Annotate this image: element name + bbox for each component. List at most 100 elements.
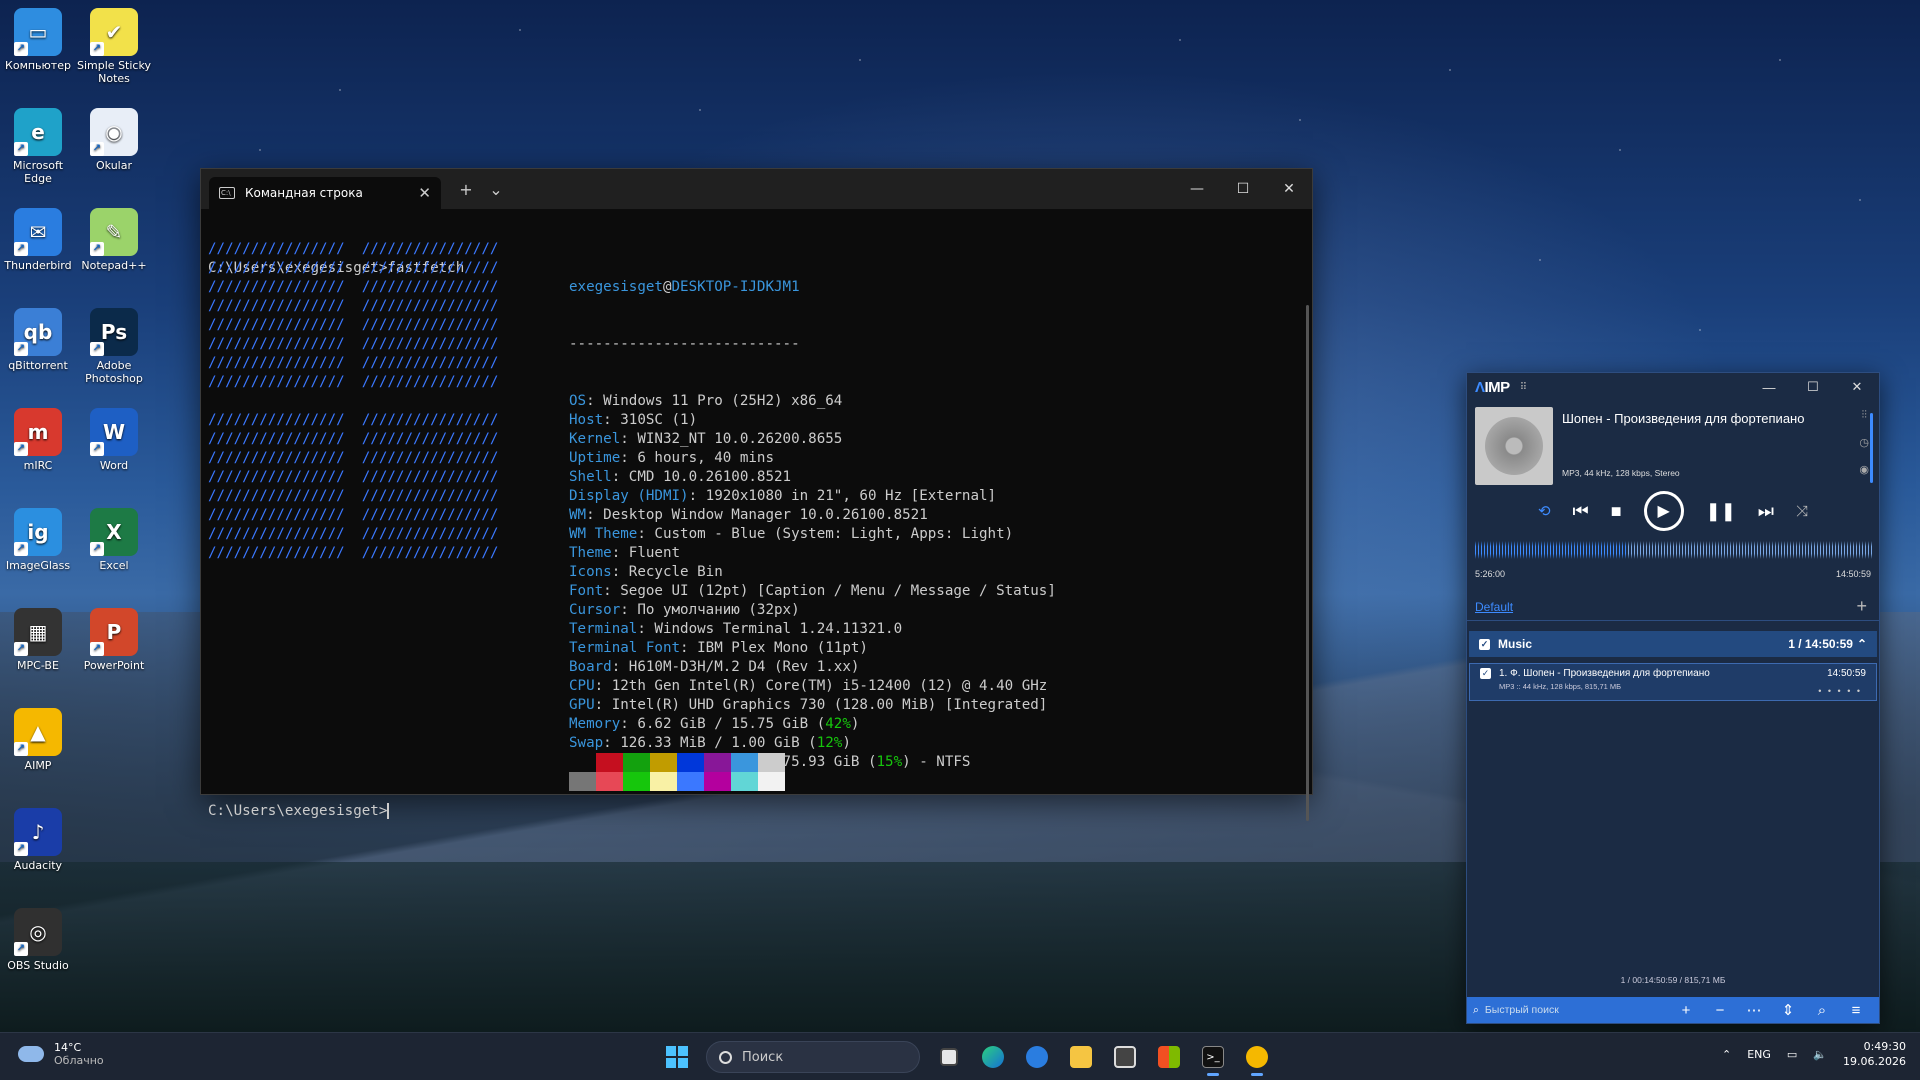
close-button[interactable]: ✕: [1266, 169, 1312, 209]
app-icon: W ↗: [90, 408, 138, 456]
info-line: Theme: Fluent: [569, 545, 681, 561]
grip-icon[interactable]: ⠿: [1520, 382, 1527, 393]
remove-icon[interactable]: −: [1703, 1002, 1737, 1019]
taskbar-thunderbird[interactable]: [1018, 1037, 1056, 1077]
task-view-button[interactable]: [930, 1037, 968, 1077]
language-indicator[interactable]: ENG: [1747, 1048, 1771, 1061]
tab-close-icon[interactable]: ✕: [418, 184, 431, 202]
terminal-window[interactable]: C:\ Командная строка ✕ + ⌄ — ☐ ✕ C:\User…: [200, 168, 1313, 821]
volume-slider[interactable]: [1870, 413, 1873, 483]
logo-row: //////////////// ////////////////: [208, 317, 499, 333]
tab-default[interactable]: Default: [1475, 600, 1513, 614]
add-playlist-button[interactable]: +: [1856, 596, 1867, 617]
playlist-item[interactable]: ✓ 1. Ф. Шопен - Произведения для фортепи…: [1469, 663, 1877, 701]
desktop-icon-simple-sticky-notes[interactable]: ✔ ↗ Simple Sticky Notes: [76, 8, 152, 85]
app-icon: e ↗: [14, 108, 62, 156]
checkbox-icon[interactable]: ✓: [1479, 638, 1490, 650]
menu-icon[interactable]: ≡: [1839, 1002, 1873, 1019]
info-line: CPU: 12th Gen Intel(R) Core(TM) i5-12400…: [569, 678, 1048, 694]
desktop-icon-powerpoint[interactable]: P ↗ PowerPoint: [76, 608, 152, 672]
shortcut-arrow-icon: ↗: [14, 242, 28, 256]
more-icon[interactable]: ⋯: [1737, 1001, 1771, 1019]
info-line: Host: 310SC (1): [569, 412, 698, 428]
taskbar-search[interactable]: Поиск: [706, 1041, 920, 1073]
app-icon: ▲ ↗: [14, 708, 62, 756]
desktop-icon-obs-studio[interactable]: ◎ ↗ OBS Studio: [0, 908, 76, 972]
aimp-player[interactable]: ΛIMP ⠿ — ☐ ✕ Шопен - Произведения для фо…: [1466, 372, 1880, 1024]
volume-icon[interactable]: 🔈: [1813, 1048, 1827, 1061]
equalizer-icon[interactable]: ⫶⫶: [1861, 409, 1867, 422]
desktop-icon-microsoft-edge[interactable]: e ↗ Microsoft Edge: [0, 108, 76, 185]
quick-search-input[interactable]: Быстрый поиск: [1485, 1004, 1669, 1016]
repeat-icon[interactable]: ⟲: [1538, 502, 1551, 520]
tab-command-prompt[interactable]: C:\ Командная строка ✕: [209, 177, 441, 209]
album-cover: [1475, 407, 1553, 485]
logo-row: //////////////// ////////////////: [208, 355, 499, 371]
broadcast-icon[interactable]: ◉: [1859, 463, 1869, 476]
desktop-icon-okular[interactable]: ◉ ↗ Okular: [76, 108, 152, 172]
desktop-icon-audacity[interactable]: ♪ ↗ Audacity: [0, 808, 76, 872]
add-icon[interactable]: +: [1669, 1002, 1703, 1019]
cmd-icon: C:\: [219, 187, 235, 199]
scrollbar[interactable]: [1306, 305, 1309, 821]
shortcut-arrow-icon: ↗: [14, 942, 28, 956]
playlist-group[interactable]: ✓ Music 1 / 14:50:59 ⌃: [1469, 631, 1877, 657]
desktop-icon-thunderbird[interactable]: ✉ ↗ Thunderbird: [0, 208, 76, 272]
sort-icon[interactable]: ⇕: [1771, 1001, 1805, 1019]
desktop-icon-mpc-be[interactable]: ▦ ↗ MPC-BE: [0, 608, 76, 672]
network-icon[interactable]: ▭: [1787, 1048, 1797, 1061]
taskbar-store[interactable]: [1150, 1037, 1188, 1077]
windows-ascii-logo: //////////////// //////////////// ///////…: [208, 240, 498, 563]
taskbar-mpc-be[interactable]: [1106, 1037, 1144, 1077]
tab-dropdown-button[interactable]: ⌄: [481, 180, 511, 199]
show-hidden-icons-icon[interactable]: ⌃: [1722, 1048, 1731, 1061]
clock-date: 19.06.2026: [1843, 1055, 1906, 1068]
desktop-icon-qbittorrent[interactable]: qb ↗ qBittorrent: [0, 308, 76, 372]
clock[interactable]: 0:49:30 19.06.2026: [1843, 1039, 1906, 1069]
next-button[interactable]: ⏭: [1758, 501, 1774, 522]
desktop-icon-word[interactable]: W ↗ Word: [76, 408, 152, 472]
app-icon: Ps ↗: [90, 308, 138, 356]
desktop-icon-imageglass[interactable]: ig ↗ ImageGlass: [0, 508, 76, 572]
checkbox-icon[interactable]: ✓: [1480, 668, 1491, 679]
aimp-minimize-button[interactable]: —: [1747, 373, 1791, 401]
desktop-icon-компьютер[interactable]: ▭ ↗ Компьютер: [0, 8, 76, 72]
playlist-tabs: Default +: [1467, 595, 1879, 621]
waveform-seekbar[interactable]: [1475, 541, 1873, 559]
info-line: Shell: CMD 10.0.26100.8521: [569, 469, 792, 485]
pause-button[interactable]: ❚❚: [1706, 501, 1736, 522]
maximize-button[interactable]: ☐: [1220, 169, 1266, 209]
weather-widget[interactable]: 14°C Облачно: [18, 1041, 104, 1067]
aimp-maximize-button[interactable]: ☐: [1791, 373, 1835, 401]
color-swatch: [623, 753, 650, 772]
shuffle-icon[interactable]: ⤨: [1796, 503, 1808, 520]
rating-dots[interactable]: • • • • •: [1818, 686, 1862, 696]
collapse-icon[interactable]: ⌃: [1857, 637, 1867, 651]
desktop-icon-aimp[interactable]: ▲ ↗ AIMP: [0, 708, 76, 772]
desktop-icon-label: Audacity: [13, 859, 63, 872]
desktop-icon-adobe-photoshop[interactable]: Ps ↗ Adobe Photoshop: [76, 308, 152, 385]
info-line: Memory: 6.62 GiB / 15.75 GiB (42%): [569, 716, 860, 732]
find-icon[interactable]: ⌕: [1805, 1002, 1839, 1019]
timer-icon[interactable]: ◷: [1859, 436, 1869, 449]
new-tab-button[interactable]: +: [451, 180, 481, 199]
play-button[interactable]: ▶: [1643, 491, 1684, 531]
desktop-icon-mirc[interactable]: m ↗ mIRC: [0, 408, 76, 472]
taskbar-explorer[interactable]: [1062, 1037, 1100, 1077]
aimp-close-button[interactable]: ✕: [1835, 373, 1879, 401]
taskbar-aimp[interactable]: [1238, 1037, 1276, 1077]
desktop-icon-notepad-[interactable]: ✎ ↗ Notepad++: [76, 208, 152, 272]
info-line: Kernel: WIN32_NT 10.0.26200.8655: [569, 431, 843, 447]
start-button[interactable]: [658, 1037, 696, 1077]
item-duration: 14:50:59: [1827, 668, 1866, 679]
search-placeholder: Поиск: [742, 1049, 784, 1065]
stop-button[interactable]: ■: [1611, 501, 1622, 522]
terminal-output[interactable]: C:\Users\exegesisget>fastfetch /////////…: [201, 209, 1312, 821]
previous-button[interactable]: ⏮: [1573, 501, 1589, 522]
desktop-icon-excel[interactable]: X ↗ Excel: [76, 508, 152, 572]
taskbar-terminal[interactable]: >_: [1194, 1037, 1232, 1077]
taskbar-edge[interactable]: [974, 1037, 1012, 1077]
prompt-line[interactable]: C:\Users\exegesisget>: [208, 802, 390, 821]
minimize-button[interactable]: —: [1174, 169, 1220, 209]
playlist-status: 1 / 00:14:50:59 / 815,71 МБ: [1620, 975, 1726, 985]
